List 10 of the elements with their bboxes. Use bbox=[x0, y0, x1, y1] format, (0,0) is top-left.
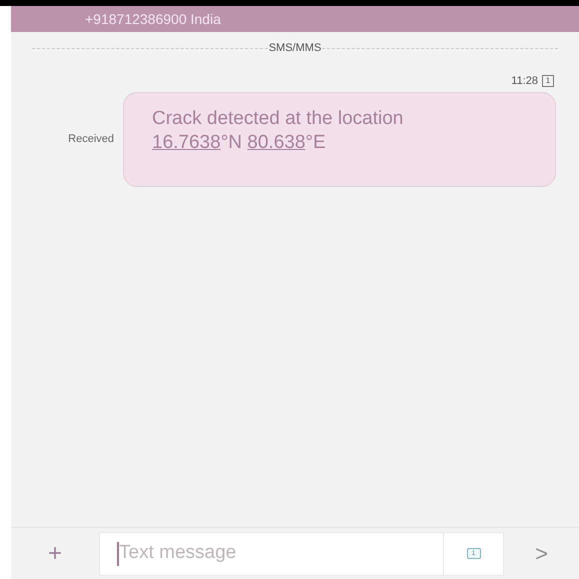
status-label: Received bbox=[67, 132, 115, 148]
add-button[interactable]: + bbox=[11, 536, 99, 572]
contact-title: +918712386900 India bbox=[85, 10, 221, 28]
message-text: Crack detected at the location 16.7638°N 80.638°E bbox=[152, 107, 404, 155]
send-button[interactable]: > bbox=[504, 537, 579, 570]
message-time: 11:28 bbox=[511, 74, 538, 88]
coordinate-link[interactable]: 80.638 bbox=[247, 132, 306, 153]
sim-icon: 1 bbox=[542, 74, 554, 87]
coordinate-link[interactable]: 16.7638 bbox=[152, 132, 221, 153]
divider-label: SMS/MMS bbox=[268, 41, 322, 56]
